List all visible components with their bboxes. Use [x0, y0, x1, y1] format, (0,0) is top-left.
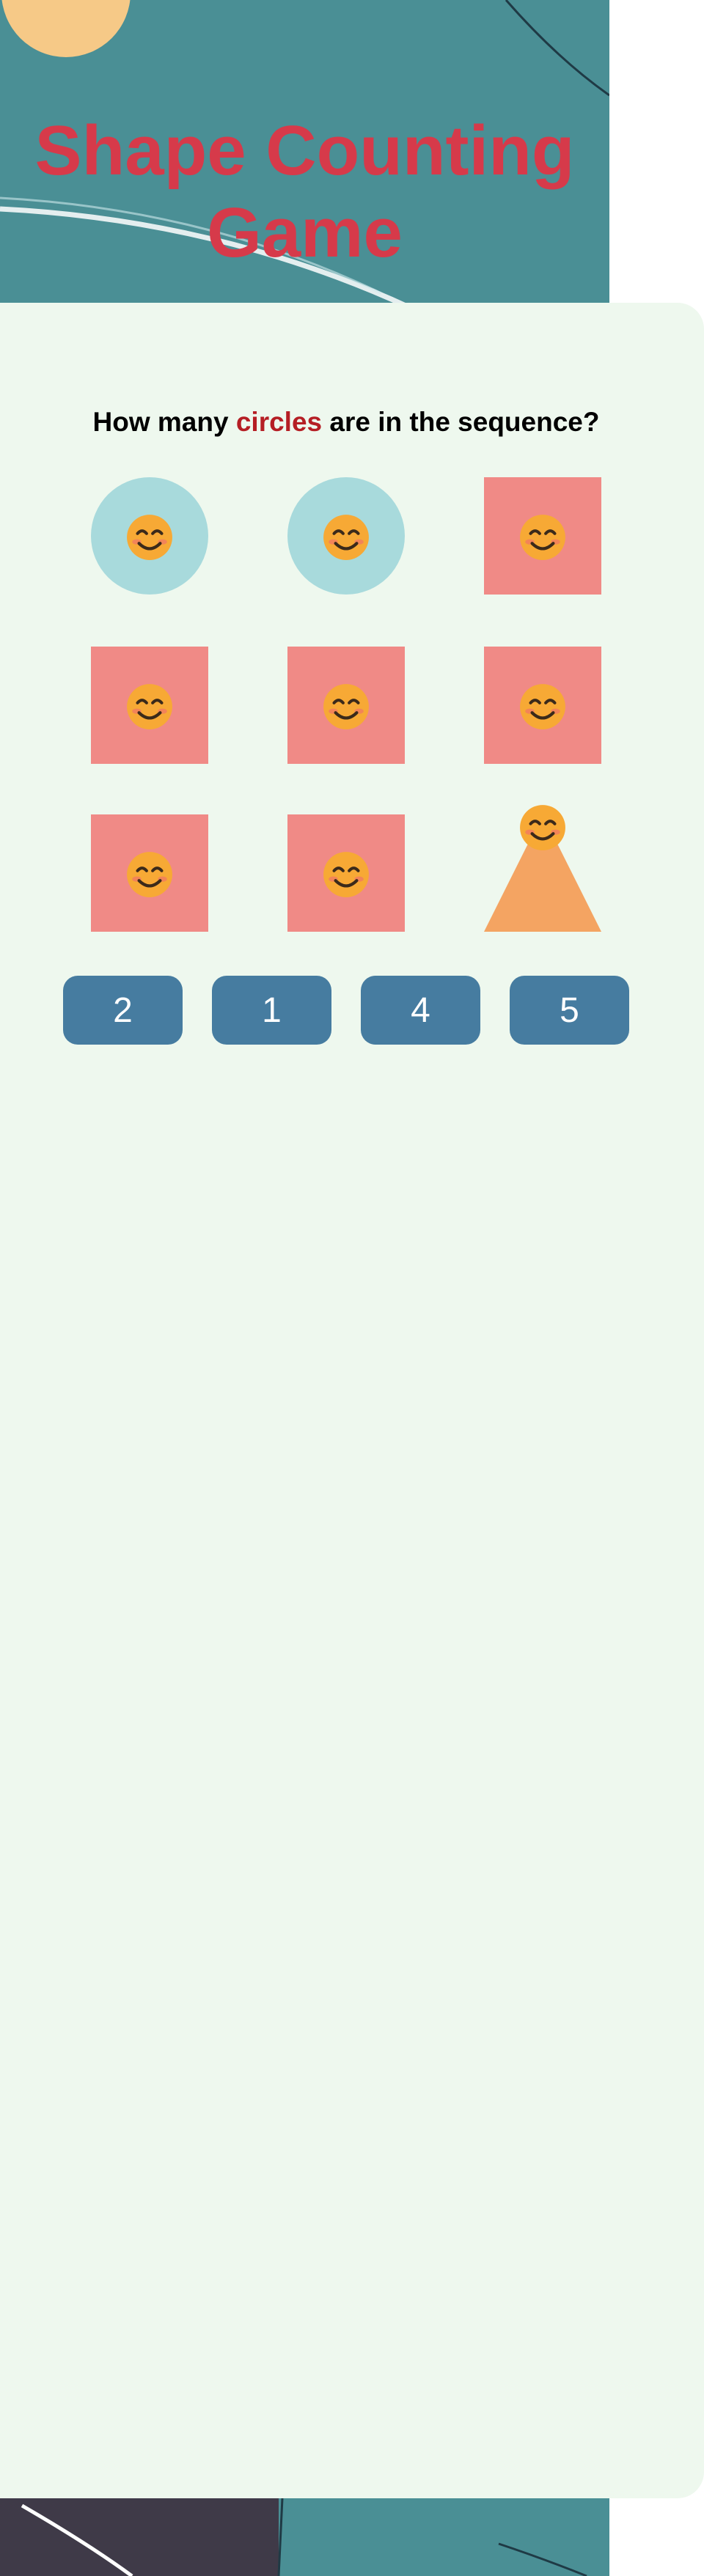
question-prefix: How many [92, 407, 229, 437]
square-shape [91, 647, 208, 764]
circle-shape [287, 477, 405, 595]
square-shape [484, 647, 601, 764]
answer-button-4[interactable]: 5 [510, 976, 629, 1045]
answer-button-1[interactable]: 2 [63, 976, 183, 1045]
square-shape [484, 477, 601, 595]
square-shape [287, 647, 405, 764]
smiling-face-icon [125, 682, 174, 735]
game-panel: How many circles are in the sequence? 2 … [0, 303, 704, 2498]
smiling-face-icon [518, 682, 567, 735]
question-suffix: are in the sequence? [329, 407, 600, 437]
smiling-face-icon [125, 850, 174, 902]
smiling-face-icon [322, 682, 370, 735]
smiling-face-icon [518, 513, 567, 565]
smiling-face-icon [322, 850, 370, 902]
question-highlight: circles [235, 407, 323, 437]
square-shape [91, 814, 208, 932]
smiling-face-icon [125, 513, 174, 565]
smiling-face-icon [322, 513, 370, 565]
page-title: Shape Counting Game [34, 111, 575, 272]
square-shape [287, 814, 405, 932]
circle-shape [91, 477, 208, 595]
triangle-shape [484, 805, 601, 932]
answer-button-3[interactable]: 4 [361, 976, 480, 1045]
answer-button-2[interactable]: 1 [212, 976, 331, 1045]
question-text: How many circles are in the sequence? [0, 407, 692, 438]
